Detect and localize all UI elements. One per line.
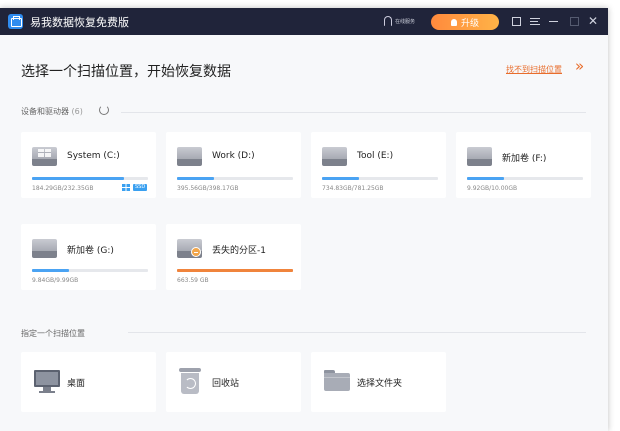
location-name: 回收站 xyxy=(212,379,240,389)
drive-name: Tool (E:) xyxy=(357,151,394,161)
usage-bar-fill xyxy=(177,269,293,272)
windows-icon xyxy=(122,184,130,191)
menu-icon[interactable] xyxy=(529,15,541,27)
drive-card[interactable]: Work (D:) 395.56GB/398.17GB xyxy=(166,132,301,198)
drive-card[interactable]: 丢失的分区-1 663.59 GB xyxy=(166,224,301,290)
locations-section-label: 指定一个扫描位置 xyxy=(21,328,85,339)
page-title: 选择一个扫描位置，开始恢复数据 xyxy=(21,64,231,80)
locations-label: 指定一个扫描位置 xyxy=(21,329,85,338)
usage-bar xyxy=(32,177,148,180)
upgrade-button[interactable]: 升级 xyxy=(431,14,499,30)
maximize-icon[interactable] xyxy=(568,15,580,27)
usage-bar-fill xyxy=(322,177,360,180)
hard-drive-icon xyxy=(32,239,57,258)
hard-drive-icon xyxy=(32,147,57,166)
main-content: 选择一个扫描位置，开始恢复数据 找不到扫描位置 » 设备和驱动器 (6) Sys… xyxy=(0,35,608,431)
hard-drive-icon xyxy=(467,147,492,166)
drive-name: System (C:) xyxy=(67,151,120,161)
drive-card[interactable]: 新加卷 (F:) 9.92GB/10.00GB xyxy=(456,132,591,198)
devices-count: (6) xyxy=(71,107,83,116)
usage-bar xyxy=(467,177,583,180)
usage-bar-fill xyxy=(177,177,215,180)
location-card-recycle-bin[interactable]: 回收站 xyxy=(166,352,301,412)
location-card-desktop[interactable]: 桌面 xyxy=(21,352,156,412)
hard-drive-icon xyxy=(322,147,347,166)
lightbulb-icon xyxy=(450,18,457,26)
hard-drive-icon xyxy=(177,147,202,166)
cannot-find-location-link[interactable]: 找不到扫描位置 xyxy=(506,64,562,75)
location-name: 选择文件夹 xyxy=(357,379,403,389)
usage-bar-fill xyxy=(32,269,70,272)
location-name: 桌面 xyxy=(67,379,86,389)
drive-card[interactable]: System (C:) 184.29GB/232.35GB SSD xyxy=(21,132,156,198)
devices-label: 设备和驱动器 xyxy=(21,107,69,116)
devices-section-label: 设备和驱动器 (6) xyxy=(21,106,83,117)
app-logo-icon xyxy=(8,14,23,29)
close-icon[interactable]: ✕ xyxy=(587,15,599,27)
usage-bar xyxy=(177,269,293,272)
app-window: 易我数据恢复免费版 在线服务 升级 ✕ 选择一个扫描位置，开始恢复数据 找不到扫… xyxy=(0,8,608,431)
usage-bar xyxy=(32,269,148,272)
app-title: 易我数据恢复免费版 xyxy=(30,16,129,29)
minimize-icon[interactable] xyxy=(548,15,560,27)
title-bar: 易我数据恢复免费版 在线服务 升级 ✕ xyxy=(0,8,608,35)
drive-size: 663.59 GB xyxy=(177,277,209,284)
drive-size: 734.83GB/781.25GB xyxy=(322,185,384,192)
drive-name: 新加卷 (F:) xyxy=(502,154,547,164)
online-service-button[interactable]: 在线服务 xyxy=(384,16,415,26)
online-service-label: 在线服务 xyxy=(395,18,416,25)
desktop-icon xyxy=(34,370,60,393)
drive-name: Work (D:) xyxy=(212,151,255,161)
headset-icon xyxy=(384,16,392,26)
drive-size: 184.29GB/232.35GB xyxy=(32,185,94,192)
drive-card[interactable]: Tool (E:) 734.83GB/781.25GB xyxy=(311,132,446,198)
location-card-choose-folder[interactable]: 选择文件夹 xyxy=(311,352,446,412)
refresh-icon[interactable] xyxy=(99,105,109,115)
folder-icon xyxy=(324,370,350,391)
usage-bar xyxy=(322,177,438,180)
double-chevron-right-icon[interactable]: » xyxy=(575,57,584,75)
lost-partition-drive-icon xyxy=(177,239,202,258)
usage-bar xyxy=(177,177,293,180)
recycle-bin-icon xyxy=(179,368,201,394)
drive-name: 丢失的分区-1 xyxy=(212,246,266,256)
feedback-icon[interactable] xyxy=(510,15,522,27)
drive-name: 新加卷 (G:) xyxy=(67,246,114,256)
lost-badge-icon xyxy=(191,247,201,257)
upgrade-label: 升级 xyxy=(460,18,479,29)
drive-size: 9.92GB/10.00GB xyxy=(467,185,518,192)
usage-bar-fill xyxy=(32,177,124,180)
section-divider xyxy=(121,112,586,113)
section-divider xyxy=(128,332,586,333)
ssd-badge: SSD xyxy=(133,184,148,191)
usage-bar-fill xyxy=(467,177,505,180)
drive-card[interactable]: 新加卷 (G:) 9.84GB/9.99GB xyxy=(21,224,156,290)
drive-size: 395.56GB/398.17GB xyxy=(177,185,239,192)
drive-size: 9.84GB/9.99GB xyxy=(32,277,79,284)
